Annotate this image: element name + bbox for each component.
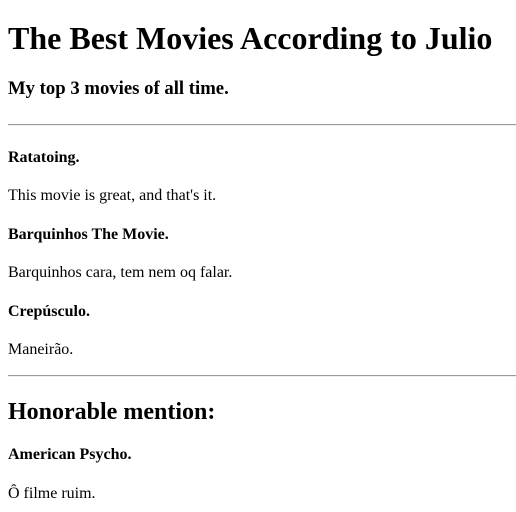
movie-1-description: This movie is great, and that's it. [8, 187, 217, 204]
divider-top [8, 124, 516, 126]
honorable-movie-description: Ô filme ruim. [8, 485, 96, 502]
page-subtitle: My top 3 movies of all time. [8, 78, 229, 99]
movie-1-title: Ratatoing. [8, 149, 80, 166]
honorable-heading: Honorable mention: [8, 399, 216, 425]
movie-2-title: Barquinhos The Movie. [8, 226, 169, 243]
divider-bottom [8, 375, 516, 377]
movie-3-title: Crepúsculo. [8, 303, 90, 320]
page-title: The Best Movies According to Julio [8, 20, 493, 56]
movie-2-description: Barquinhos cara, tem nem oq falar. [8, 264, 233, 281]
honorable-movie-title: American Psycho. [8, 446, 132, 463]
movie-3-description: Maneirão. [8, 341, 74, 358]
